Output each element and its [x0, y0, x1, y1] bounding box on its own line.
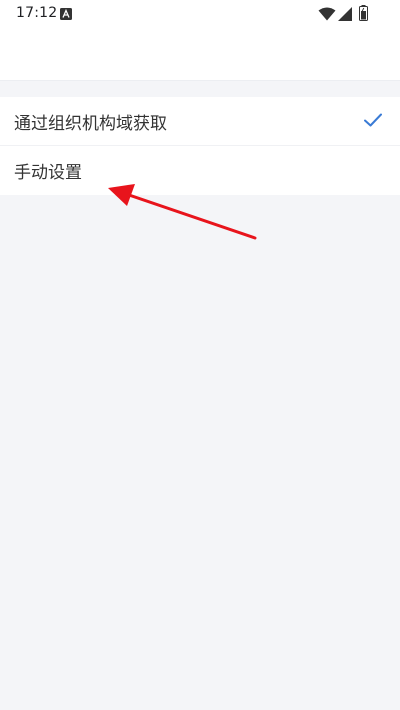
- option-manual-setup[interactable]: 手动设置: [0, 146, 400, 195]
- app-header: [0, 28, 400, 81]
- wifi-icon: [318, 7, 336, 21]
- notification-a-icon: [60, 8, 72, 20]
- options-list: 通过组织机构域获取 手动设置: [0, 97, 400, 195]
- battery-icon: [359, 5, 368, 21]
- option-org-domain[interactable]: 通过组织机构域获取: [0, 97, 400, 146]
- signal-icon: [338, 7, 352, 21]
- option-label: 手动设置: [14, 163, 82, 183]
- checkmark-icon: [364, 113, 382, 127]
- status-time: 17:12: [16, 5, 58, 21]
- option-label: 通过组织机构域获取: [14, 114, 167, 134]
- status-bar: 17:12: [0, 0, 400, 28]
